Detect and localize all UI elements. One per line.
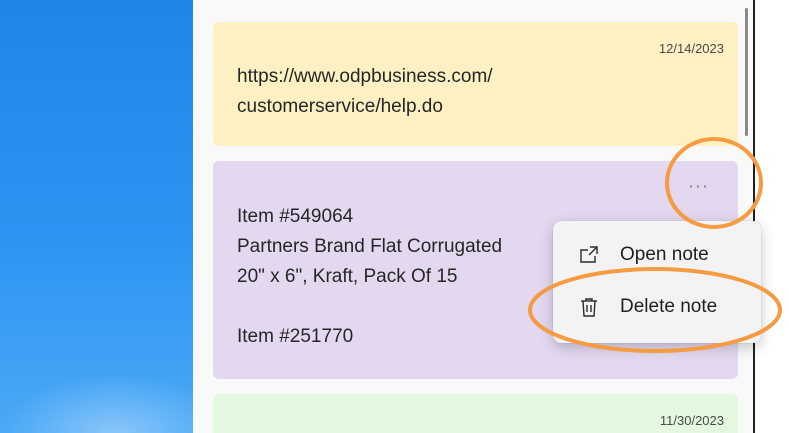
panel-divider <box>753 0 755 433</box>
note-text: https://www.odpbusiness.com/ customerser… <box>237 66 493 117</box>
open-external-icon <box>580 246 598 263</box>
note-text: Item #549064 Partners Brand Flat Corruga… <box>237 206 503 347</box>
note-context-menu: Open note Delete note <box>553 221 761 343</box>
note-card-yellow[interactable]: 12/14/2023 https://www.odpbusiness.com/ … <box>213 22 738 146</box>
note-date: 12/14/2023 <box>658 41 724 56</box>
more-options-button[interactable]: ··· <box>684 175 714 199</box>
trash-icon <box>581 298 597 317</box>
note-card-green[interactable]: 11/30/2023 <box>213 394 738 433</box>
open-note-menu-item[interactable]: Open note <box>559 231 755 279</box>
scrollbar-thumb[interactable] <box>745 8 748 136</box>
delete-note-menu-item[interactable]: Delete note <box>559 283 755 331</box>
delete-note-label: Delete note <box>620 296 718 317</box>
open-note-label: Open note <box>620 244 709 265</box>
note-date: 11/30/2023 <box>659 413 724 428</box>
desktop-wallpaper <box>0 0 193 433</box>
screenshot-root: 12/14/2023 https://www.odpbusiness.com/ … <box>0 0 789 433</box>
